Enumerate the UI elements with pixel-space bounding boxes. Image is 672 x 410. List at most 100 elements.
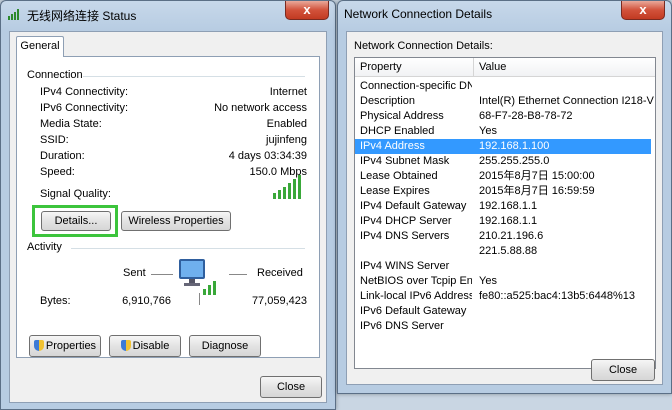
details-row-value: fe80::a525:bac4:13b5:6448%13 bbox=[479, 290, 635, 302]
details-row[interactable]: IPv4 DNS Servers 210.21.196.6 bbox=[355, 229, 651, 244]
details-row[interactable]: NetBIOS over Tcpip En... Yes bbox=[355, 274, 651, 289]
details-row-value: Yes bbox=[479, 275, 497, 287]
details-row-value: 255.255.255.0 bbox=[479, 155, 550, 167]
details-row-property: NetBIOS over Tcpip En... bbox=[360, 275, 472, 287]
details-close-button[interactable]: Close bbox=[591, 359, 655, 381]
details-window: Network Connection Details x Network Con… bbox=[337, 0, 672, 394]
bytes-separator bbox=[199, 293, 200, 305]
details-row-value: 192.168.1.1 bbox=[479, 215, 538, 227]
received-label: Received bbox=[257, 267, 303, 279]
tab-general[interactable]: General bbox=[16, 36, 64, 57]
details-row-property: IPv4 DNS Servers bbox=[360, 230, 450, 242]
details-row-value: Intel(R) Ethernet Connection I218-V bbox=[479, 95, 654, 107]
details-row-value: 2015年8月7日 15:00:00 bbox=[479, 170, 595, 182]
details-row-value: 192.168.1.1 bbox=[479, 200, 538, 212]
details-row-property: IPv4 Subnet Mask bbox=[360, 155, 450, 167]
details-row[interactable]: IPv4 Subnet Mask 255.255.255.0 bbox=[355, 154, 651, 169]
details-row[interactable]: Physical Address 68-F7-28-B8-78-72 bbox=[355, 109, 651, 124]
details-row[interactable]: IPv4 Default Gateway 192.168.1.1 bbox=[355, 199, 651, 214]
activity-divider bbox=[71, 248, 305, 249]
details-button[interactable]: Details... bbox=[41, 211, 111, 231]
details-row-property: IPv6 Default Gateway bbox=[360, 305, 467, 317]
wireless-properties-button[interactable]: Wireless Properties bbox=[121, 211, 231, 231]
status-window: 无线网络连接 Status x General Connection IPv4 … bbox=[0, 0, 336, 410]
details-row[interactable]: IPv4 Address 192.168.1.100 bbox=[355, 139, 651, 154]
disable-button[interactable]: Disable bbox=[109, 335, 181, 357]
bytes-sent-value: 6,910,766 bbox=[122, 295, 171, 307]
ssid-label: SSID: bbox=[40, 134, 69, 146]
details-list-header: Property Value bbox=[355, 58, 655, 77]
status-client: General Connection IPv4 Connectivity: In… bbox=[9, 31, 327, 403]
details-row-property: Physical Address bbox=[360, 110, 444, 122]
details-row-value: 68-F7-28-B8-78-72 bbox=[479, 110, 573, 122]
media-state-value: Enabled bbox=[266, 118, 307, 130]
properties-button[interactable]: Properties bbox=[29, 335, 101, 357]
details-row-value: 210.21.196.6 bbox=[479, 230, 544, 242]
received-line bbox=[229, 274, 247, 275]
details-row[interactable]: 221.5.88.88 bbox=[355, 244, 651, 259]
details-row-property: IPv4 Address bbox=[360, 140, 425, 152]
details-row[interactable]: DHCP Enabled Yes bbox=[355, 124, 651, 139]
details-row-property: Link-local IPv6 Address bbox=[360, 290, 472, 302]
column-header-property[interactable]: Property bbox=[360, 61, 402, 73]
details-titlebar[interactable]: Network Connection Details x bbox=[338, 1, 671, 27]
column-header-value[interactable]: Value bbox=[479, 61, 506, 73]
ssid-value: jujinfeng bbox=[266, 134, 307, 146]
details-list[interactable]: Property Value Connection-specific DN...… bbox=[354, 57, 656, 369]
properties-button-label: Properties bbox=[45, 340, 97, 352]
status-close-button[interactable]: Close bbox=[260, 376, 322, 398]
details-client: Network Connection Details: Property Val… bbox=[346, 31, 663, 385]
shield-icon bbox=[120, 340, 131, 351]
ipv6-connectivity-value: No network access bbox=[214, 102, 307, 114]
details-row[interactable]: IPv6 Default Gateway bbox=[355, 304, 651, 319]
details-row-property: IPv4 DHCP Server bbox=[360, 215, 452, 227]
activity-heading: Activity bbox=[27, 241, 62, 253]
status-window-title: 无线网络连接 Status bbox=[27, 9, 137, 23]
details-row[interactable]: IPv4 WINS Server bbox=[355, 259, 651, 274]
details-row-property: Lease Obtained bbox=[360, 170, 438, 182]
ipv4-connectivity-value: Internet bbox=[269, 86, 307, 98]
bytes-received-value: 77,059,423 bbox=[251, 295, 307, 307]
media-state-label: Media State: bbox=[40, 118, 102, 130]
ipv4-connectivity-label: IPv4 Connectivity: bbox=[40, 86, 129, 98]
details-row-property: Lease Expires bbox=[360, 185, 430, 197]
ipv6-connectivity-label: IPv6 Connectivity: bbox=[40, 102, 129, 114]
details-row-value: 2015年8月7日 16:59:59 bbox=[479, 185, 595, 197]
column-divider[interactable] bbox=[473, 58, 474, 76]
sent-label: Sent bbox=[123, 267, 146, 279]
details-row-property: DHCP Enabled bbox=[360, 125, 435, 137]
tab-general-label: General bbox=[20, 40, 60, 52]
details-row-value: 192.168.1.100 bbox=[479, 140, 550, 152]
connection-divider bbox=[83, 76, 305, 77]
speed-label: Speed: bbox=[40, 166, 75, 178]
details-heading: Network Connection Details: bbox=[354, 40, 493, 52]
details-row[interactable]: Lease Obtained 2015年8月7日 15:00:00 bbox=[355, 169, 651, 184]
details-row-value: 221.5.88.88 bbox=[479, 245, 538, 257]
details-window-title: Network Connection Details bbox=[344, 7, 493, 21]
network-computer-icon bbox=[179, 259, 216, 295]
details-row-property: Description bbox=[360, 95, 416, 107]
details-row[interactable]: Link-local IPv6 Address fe80::a525:bac4:1… bbox=[355, 289, 651, 304]
details-window-close-icon[interactable]: x bbox=[621, 1, 665, 20]
details-row-value: Yes bbox=[479, 125, 497, 137]
signal-quality-label: Signal Quality: bbox=[40, 188, 111, 200]
diagnose-button[interactable]: Diagnose bbox=[189, 335, 261, 357]
duration-label: Duration: bbox=[40, 150, 85, 162]
signal-bars-icon bbox=[273, 175, 301, 199]
details-row[interactable]: IPv4 DHCP Server 192.168.1.1 bbox=[355, 214, 651, 229]
details-row[interactable]: IPv6 DNS Server bbox=[355, 319, 651, 334]
duration-value: 4 days 03:34:39 bbox=[228, 150, 307, 162]
details-row[interactable]: Description Intel(R) Ethernet Connection … bbox=[355, 94, 654, 109]
details-row-property: IPv4 Default Gateway bbox=[360, 200, 467, 212]
details-row[interactable]: Connection-specific DN... bbox=[355, 79, 651, 94]
sent-line bbox=[151, 274, 173, 275]
disable-button-label: Disable bbox=[132, 340, 170, 352]
details-row-property: Connection-specific DN... bbox=[360, 80, 472, 92]
network-icon bbox=[8, 9, 19, 20]
bytes-label: Bytes: bbox=[40, 295, 71, 307]
details-row-property: IPv6 DNS Server bbox=[360, 320, 444, 332]
status-window-close-icon[interactable]: x bbox=[285, 1, 329, 20]
shield-icon bbox=[33, 340, 44, 351]
status-titlebar[interactable]: 无线网络连接 Status x bbox=[1, 1, 335, 27]
details-row[interactable]: Lease Expires 2015年8月7日 16:59:59 bbox=[355, 184, 651, 199]
